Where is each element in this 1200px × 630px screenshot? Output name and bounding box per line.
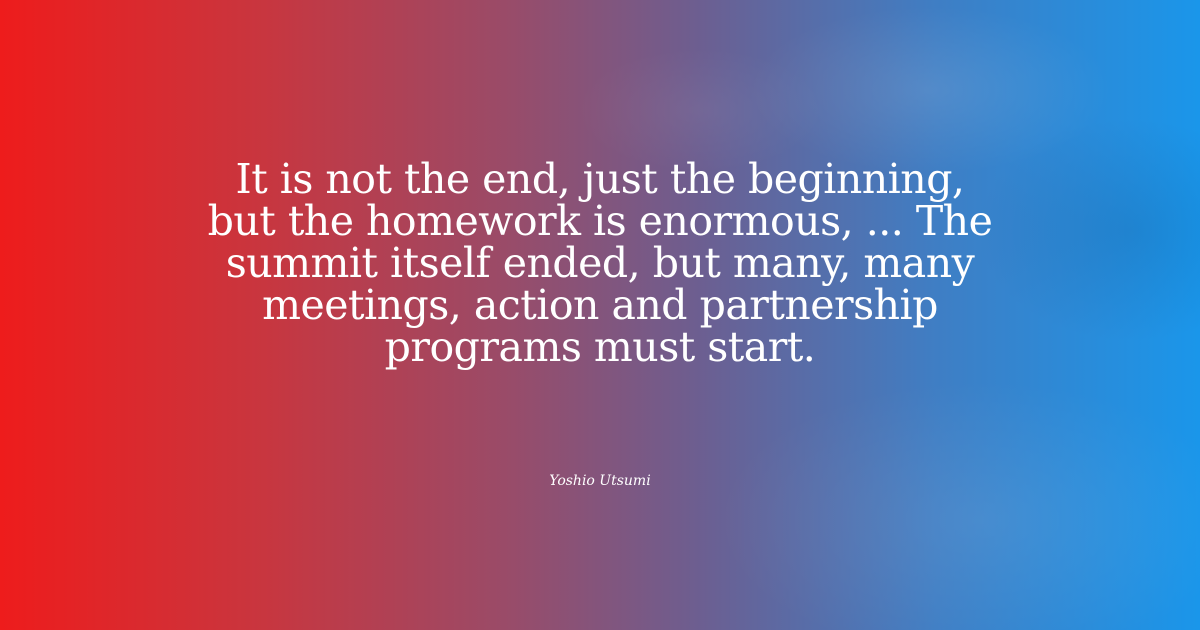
- quote-author: Yoshio Utsumi: [549, 473, 651, 489]
- quote-container: It is not the end, just the beginning, b…: [200, 158, 1000, 368]
- quote-card: It is not the end, just the beginning, b…: [0, 0, 1200, 630]
- quote-text: It is not the end, just the beginning, b…: [207, 155, 993, 371]
